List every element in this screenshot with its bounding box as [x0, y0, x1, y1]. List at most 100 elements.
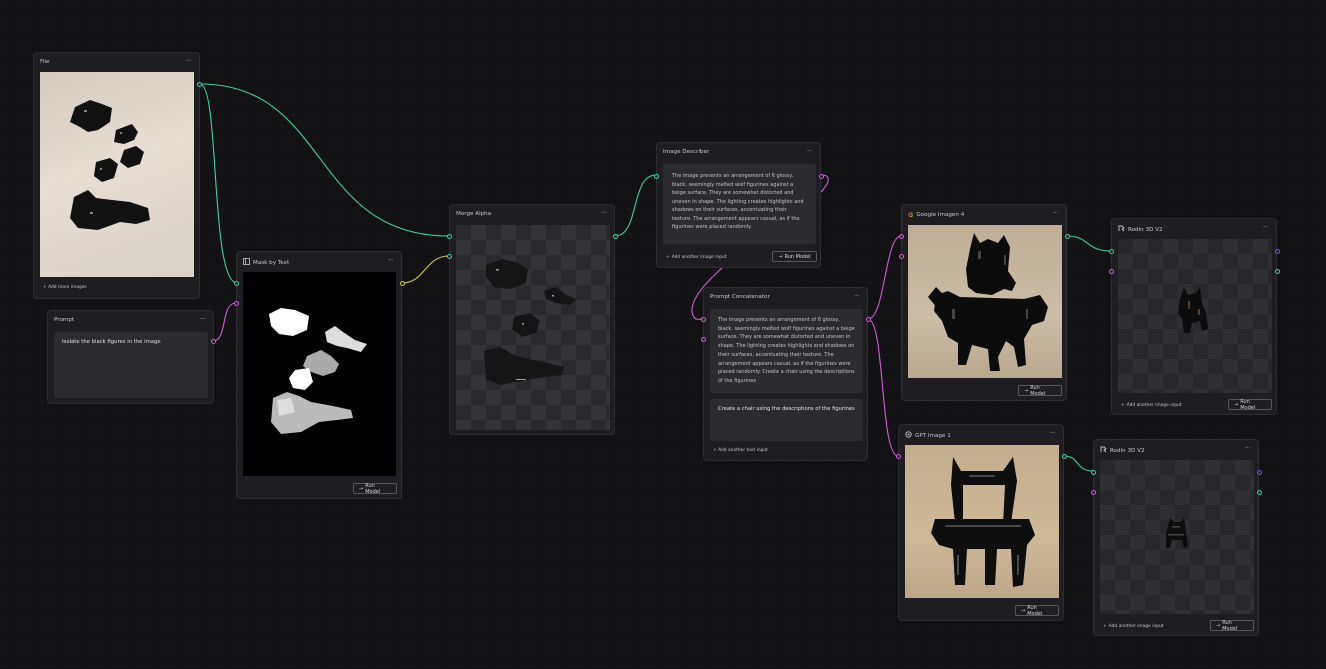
edge-imagen-rodin1 — [1066, 235, 1112, 252]
rodin1-image-input-port[interactable] — [1109, 249, 1114, 254]
imagen-input-port-2[interactable] — [899, 254, 904, 259]
plus-icon: + — [1121, 403, 1125, 408]
node-title: Prompt — [54, 317, 75, 323]
rodin-icon — [1100, 446, 1107, 455]
google-imagen-node[interactable]: G Google Imagen 4 ··· → Run Model — [899, 204, 1070, 401]
concat-input-port-2[interactable] — [701, 337, 706, 342]
arrow-icon: → — [1021, 607, 1026, 614]
node-title: Prompt Concatenator — [710, 294, 770, 300]
node-menu-button[interactable]: ··· — [186, 57, 192, 65]
prompt-output-port[interactable] — [211, 339, 216, 344]
node-title: Image Describer — [663, 149, 710, 155]
gpt-output-port[interactable] — [1062, 454, 1067, 459]
edge-concat-gpt — [867, 318, 899, 457]
edge-gpt-rodin2 — [1063, 455, 1094, 472]
prompt-concatenator-node[interactable]: Prompt Concatenator ··· The image presen… — [701, 287, 871, 461]
concat-input-port-1[interactable] — [701, 317, 706, 322]
mask-output-port[interactable] — [400, 281, 405, 286]
arrow-icon: → — [1216, 622, 1221, 629]
edge-file-merge — [199, 83, 450, 237]
gpt-run-model-button[interactable]: → Run Model — [1015, 605, 1059, 617]
describer-output-port[interactable] — [819, 174, 824, 179]
concat-add-text-input-button[interactable]: + Add another text input — [713, 448, 768, 453]
gpt-image-node[interactable]: GPT Image 1 ··· → Run Model — [896, 424, 1067, 621]
file-output-port[interactable] — [197, 82, 202, 87]
node-menu-button[interactable]: ··· — [388, 256, 394, 264]
node-menu-button[interactable]: ··· — [1050, 429, 1056, 437]
arrow-icon: → — [778, 253, 783, 260]
rodin2-output-port-2[interactable] — [1257, 490, 1262, 495]
rodin-3d-node-2[interactable]: Rodin 3D V2 ··· + Add another image input… — [1091, 439, 1262, 636]
rodin1-prompt-input-port[interactable] — [1109, 269, 1114, 274]
node-title: Rodin 3D V2 — [1128, 226, 1163, 233]
add-more-images-button[interactable]: + Add more images — [43, 285, 87, 290]
rodin-3d-viewer[interactable] — [1100, 460, 1254, 614]
rodin-icon — [1118, 225, 1125, 234]
describer-image-input-port[interactable] — [654, 174, 659, 179]
node-title: File — [40, 59, 50, 65]
describer-run-model-button[interactable]: → Run Model — [772, 251, 817, 262]
merge-image-input-port[interactable] — [447, 234, 452, 239]
prompt-text-field[interactable]: Isolate the black figures in the image — [54, 332, 208, 398]
edge-prompt-mask — [212, 302, 237, 342]
arrow-icon: → — [1024, 387, 1029, 394]
merge-output-port[interactable] — [613, 234, 618, 239]
mask-by-text-node[interactable]: Mask by Text ··· → Run Model — [234, 251, 405, 499]
file-image-preview — [40, 72, 194, 277]
mask-image-input-port[interactable] — [234, 281, 239, 286]
gpt-prompt-input-port[interactable] — [896, 454, 901, 459]
imagen-run-model-button[interactable]: → Run Model — [1018, 385, 1062, 397]
edge-concat-imagen — [867, 235, 902, 320]
concat-text-input-2[interactable]: Create a chair using the descriptions of… — [710, 399, 863, 441]
google-icon: G — [908, 211, 914, 219]
node-title: GPT Image 1 — [915, 432, 951, 439]
node-menu-button[interactable]: ··· — [854, 292, 860, 300]
edge-mask-merge — [401, 255, 450, 284]
rodin1-output-port-1[interactable] — [1275, 249, 1280, 254]
arrow-icon: → — [359, 485, 364, 492]
node-title: Merge Alpha — [456, 211, 492, 217]
rodin1-run-model-button[interactable]: → Run Model — [1228, 399, 1272, 411]
image-describer-node[interactable]: Image Describer ··· The image presents a… — [654, 142, 824, 268]
rodin2-run-model-button[interactable]: → Run Model — [1210, 620, 1254, 632]
rodin-3d-viewer[interactable] — [1118, 239, 1272, 393]
file-node[interactable]: File ··· + Add more images — [33, 52, 202, 299]
merge-alpha-node[interactable]: Merge Alpha ··· — [447, 204, 618, 435]
mask-prompt-input-port[interactable] — [234, 301, 239, 306]
imagen-prompt-input-port[interactable] — [899, 234, 904, 239]
describer-add-image-input-button[interactable]: + Add another image input — [666, 255, 727, 260]
describer-output-text: The image presents an arrangement of 6 g… — [663, 164, 816, 244]
imagen-output-image — [908, 225, 1062, 378]
rodin1-output-port-2[interactable] — [1275, 269, 1280, 274]
node-title: Mask by Text — [253, 259, 290, 266]
plus-icon: + — [1103, 624, 1107, 629]
prompt-node[interactable]: Prompt ··· Isolate the black figures in … — [47, 310, 216, 404]
rodin1-add-image-input-button[interactable]: + Add another image input — [1121, 403, 1182, 408]
rodin2-output-port-1[interactable] — [1257, 470, 1262, 475]
rodin-3d-node-1[interactable]: Rodin 3D V2 ··· + Add another image input… — [1109, 218, 1280, 415]
node-menu-button[interactable]: ··· — [1245, 444, 1251, 452]
node-menu-button[interactable]: ··· — [807, 147, 813, 155]
plus-icon: + — [666, 255, 670, 260]
imagen-output-port[interactable] — [1065, 234, 1070, 239]
edge-file-mask — [199, 83, 238, 284]
merge-mask-input-port[interactable] — [447, 254, 452, 259]
concat-text-input-1[interactable]: The image presents an arrangement of 6 g… — [710, 309, 863, 393]
node-title: Google Imagen 4 — [916, 212, 965, 218]
edge-merge-describer — [614, 174, 657, 237]
node-menu-button[interactable]: ··· — [1263, 223, 1269, 231]
openai-icon — [905, 431, 912, 440]
mask-icon — [243, 258, 250, 267]
node-title: Rodin 3D V2 — [1110, 447, 1145, 454]
node-menu-button[interactable]: ··· — [1053, 209, 1059, 217]
mask-output-image — [243, 272, 396, 476]
arrow-icon: → — [1234, 401, 1239, 408]
node-menu-button[interactable]: ··· — [200, 315, 206, 323]
rodin2-image-input-port[interactable] — [1091, 470, 1096, 475]
mask-run-model-button[interactable]: → Run Model — [353, 483, 397, 495]
merge-output-image — [456, 225, 610, 430]
rodin2-prompt-input-port[interactable] — [1091, 490, 1096, 495]
concat-output-port[interactable] — [866, 317, 871, 322]
node-menu-button[interactable]: ··· — [601, 209, 607, 217]
rodin2-add-image-input-button[interactable]: + Add another image input — [1103, 624, 1164, 629]
